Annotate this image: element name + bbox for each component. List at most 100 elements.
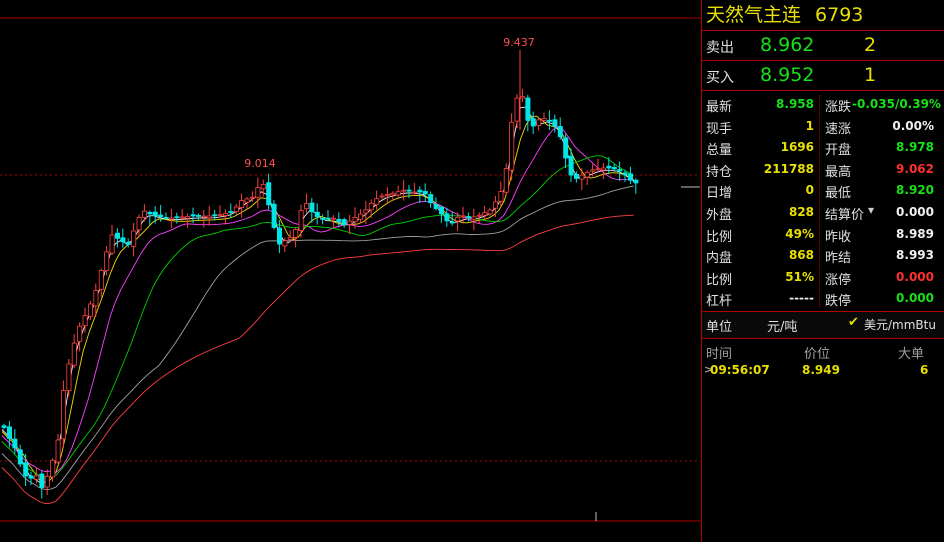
candle-body — [222, 212, 228, 217]
sell-label: 卖出 — [706, 40, 734, 56]
candle-body — [357, 213, 363, 220]
candle-body — [158, 214, 164, 218]
candle-body — [147, 211, 153, 215]
candle-body — [363, 209, 369, 214]
buy-price: 8.952 — [760, 64, 815, 86]
candle-body — [574, 173, 580, 179]
stat-value: 211788 — [763, 161, 814, 176]
high-price-label: 9.437 — [503, 36, 535, 49]
candle-body — [563, 137, 569, 159]
ticks-header-time: 时间 — [706, 347, 733, 362]
stat-value: ----- — [789, 291, 814, 306]
unit-yuan-per-ton[interactable]: 元/吨 — [767, 316, 797, 335]
candle-body — [39, 473, 45, 488]
stat-label-2: 速涨 — [825, 121, 852, 137]
tick-price: 8.949 — [802, 363, 840, 377]
candle-body — [125, 241, 131, 245]
stat-row: 日增 0 最低 8.920 — [702, 179, 942, 201]
ticks-header-price: 价位 — [804, 347, 831, 362]
candle-body — [260, 184, 266, 190]
stats-grid: 最新 8.958 涨跌 -0.035/0.39% 现手 1 速涨 0.00% 总量 1696 开盘 8… — [702, 91, 944, 312]
candle-body — [266, 182, 272, 206]
candle-body — [422, 190, 428, 195]
candle-body — [206, 215, 212, 219]
tick-time: 09:56:07 — [710, 363, 770, 377]
stat-value-2: -0.035/0.39% — [852, 97, 941, 111]
candle-body — [163, 216, 169, 219]
candle-body — [228, 211, 234, 213]
candle-body — [276, 227, 282, 245]
moving-average-line — [1, 155, 635, 478]
candle-body — [179, 216, 185, 219]
candle-body — [287, 236, 293, 240]
stat-value: 0 — [805, 183, 814, 198]
stat-value-2: 0.000 — [896, 291, 934, 306]
stat-label-2: 昨结 — [825, 251, 852, 267]
candle-body — [201, 215, 207, 218]
stat-value: 1 — [805, 118, 814, 133]
stat-label-2: 最低 — [825, 186, 852, 202]
stat-row: 外盘 828 结算价 0.000 — [702, 201, 942, 223]
candle-body — [374, 198, 380, 205]
unit-usd-mmbtu[interactable]: 美元/mmBtu — [864, 316, 936, 333]
candle-body — [174, 216, 180, 219]
unit-row[interactable]: 单位 元/吨 ✔ 美元/mmBtu — [702, 312, 944, 339]
candle-body — [271, 203, 277, 228]
candle-body — [530, 118, 536, 127]
candle-body — [131, 230, 137, 247]
buy-label: 买入 — [706, 70, 734, 86]
candle-body — [190, 214, 196, 217]
dropdown-icon[interactable]: ▾ — [868, 203, 874, 217]
candle-body — [50, 459, 56, 478]
candle-body — [66, 363, 72, 391]
candle-body — [368, 202, 374, 211]
candle-body — [433, 204, 439, 209]
stat-value-2: 8.989 — [896, 226, 934, 241]
stat-label-2: 涨跌 — [825, 100, 852, 115]
candle-body — [417, 189, 423, 193]
candle-body — [411, 191, 417, 194]
candle-body — [514, 97, 520, 122]
candle-body — [498, 191, 504, 202]
candle-body — [541, 118, 547, 121]
unit-label: 单位 — [706, 320, 733, 335]
candle-body — [390, 192, 396, 196]
candle-body — [406, 189, 412, 192]
candlestick-chart[interactable]: 9.437 9.014 — [0, 0, 700, 542]
ticks-header: 时间 价位 大单 — [702, 339, 944, 362]
candle-body — [136, 217, 142, 231]
candle-body — [509, 121, 515, 171]
stat-value: 51% — [785, 269, 814, 284]
candle-body — [341, 219, 347, 226]
candle-body — [444, 213, 450, 222]
candle-body — [141, 210, 147, 218]
candle-body — [552, 119, 558, 127]
candle-body — [547, 119, 553, 122]
stat-value: 1696 — [780, 140, 814, 155]
candle-body — [606, 165, 612, 169]
tick-big: 6 — [920, 363, 929, 377]
quote-panel: 天然气主连 6793 卖出 8.962 2 买入 8.952 1 最新 8.958 涨… — [701, 0, 944, 542]
candle-body — [590, 169, 596, 172]
stat-value-2: 0.000 — [896, 205, 934, 219]
candle-body — [471, 216, 477, 220]
candle-body — [428, 194, 434, 204]
candle-body — [77, 325, 83, 342]
buy-row[interactable]: 买入 8.952 1 — [702, 61, 944, 91]
sell-row[interactable]: 卖出 8.962 2 — [702, 31, 944, 61]
candle-body — [309, 202, 315, 213]
stat-label-2: 最高 — [825, 164, 852, 180]
candle-body — [168, 217, 174, 220]
instrument-name: 天然气主连 — [706, 4, 802, 26]
candle-body — [93, 290, 99, 307]
instrument-code: 6793 — [815, 4, 864, 26]
candle-body — [255, 187, 261, 198]
candle-body — [217, 213, 223, 216]
candle-body — [384, 193, 390, 196]
candle-body — [379, 195, 385, 198]
tick-row[interactable]: > 09:56:07 8.949 6 — [702, 361, 944, 381]
stat-row: 内盘 868 昨结 8.993 — [702, 244, 942, 266]
candle-body — [487, 209, 493, 215]
candle-body — [34, 475, 40, 480]
candle-body — [320, 217, 326, 220]
